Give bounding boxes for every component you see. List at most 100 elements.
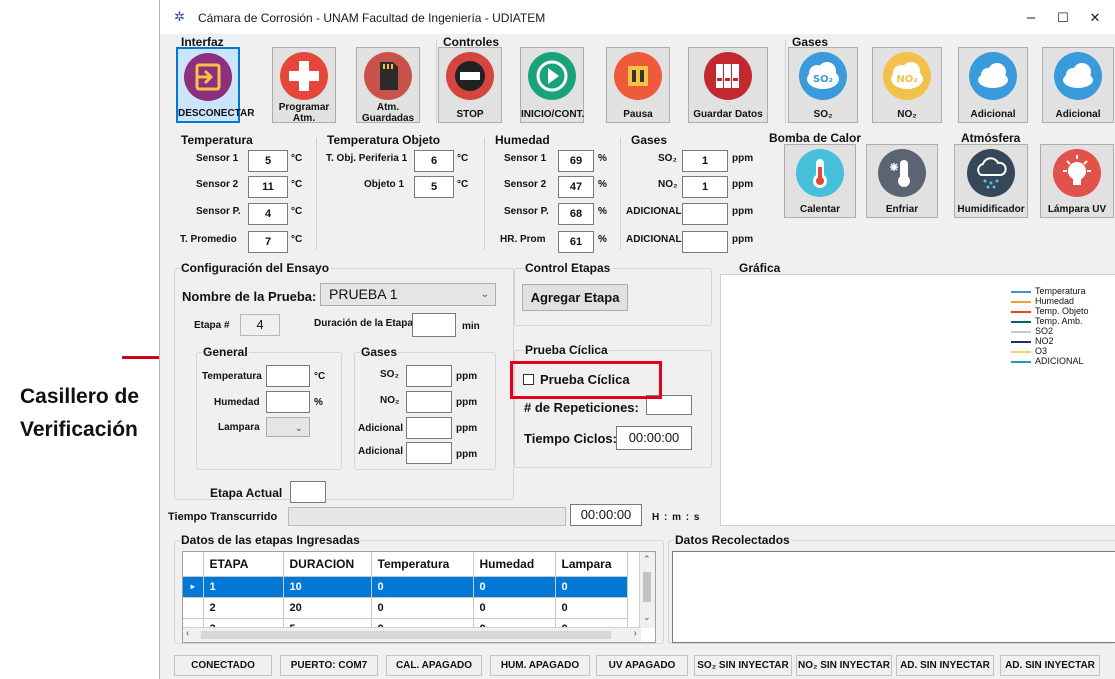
table-cell[interactable]: 0 — [555, 576, 628, 598]
separator — [436, 40, 437, 124]
column-header[interactable]: Temperatura — [371, 552, 474, 577]
maximize-button[interactable]: ☐ — [1048, 8, 1078, 28]
temp-sensor1-field[interactable]: 5 — [248, 150, 288, 172]
table-cell[interactable]: 0 — [473, 597, 556, 619]
legend-label: NO2 — [1035, 336, 1054, 346]
gas-no2-field[interactable]: 1 — [682, 176, 728, 198]
group-prueba-ciclica: Prueba Cíclica — [524, 343, 609, 357]
no2-button[interactable]: NO₂ NO₂ — [872, 47, 942, 123]
cfg-no2-field[interactable] — [406, 391, 452, 413]
humidificador-button[interactable]: Humidificador — [954, 144, 1028, 218]
gas-adicional2-field[interactable] — [682, 231, 728, 253]
objeto-field[interactable]: 5 — [414, 176, 454, 198]
temp-promedio-field[interactable]: 7 — [248, 231, 288, 253]
hum-sensor1-field[interactable]: 69 — [558, 150, 594, 172]
column-header[interactable]: DURACION — [283, 552, 372, 577]
programar-label-1: Programar — [278, 102, 330, 113]
hum-prom-field[interactable]: 61 — [558, 231, 594, 253]
table-row[interactable]: ▸ 1 10 0 0 0 — [183, 576, 628, 598]
scrollbar-thumb[interactable] — [201, 631, 611, 639]
table-cell[interactable]: 10 — [283, 576, 372, 598]
so2-button[interactable]: SO₂ SO₂ — [788, 47, 858, 123]
programar-atm-button[interactable]: Programar Atm. — [272, 47, 336, 124]
table-vertical-scrollbar[interactable]: ⌃ ⌄ — [639, 552, 655, 628]
nombre-prueba-select[interactable]: PRUEBA 1 ⌄ — [320, 283, 496, 306]
legend-swatch — [1011, 340, 1031, 343]
cfg-adicional1-field[interactable] — [406, 417, 452, 439]
desconectar-button[interactable]: DESCONECTAR — [176, 47, 255, 123]
hms-unit: H : m : s — [652, 512, 701, 523]
hum-sensor2-field[interactable]: 47 — [558, 176, 594, 198]
hum-sensorp-field[interactable]: 68 — [558, 203, 594, 225]
thermometer-cold-icon — [878, 149, 926, 197]
temp-sensorp-field[interactable]: 4 — [248, 203, 288, 225]
gas-adicional1-field[interactable] — [682, 203, 728, 225]
duracion-field[interactable] — [412, 313, 456, 337]
minimize-button[interactable]: – — [1016, 8, 1046, 28]
table-cell[interactable]: 0 — [371, 576, 474, 598]
table-cell[interactable]: 1 — [203, 576, 284, 598]
column-header[interactable]: Lampara — [555, 552, 628, 577]
general-hum-unit: % — [314, 397, 323, 408]
window-title: Cámara de Corrosión - UNAM Facultad de I… — [198, 11, 546, 25]
column-header[interactable]: ETAPA — [203, 552, 284, 577]
adicional-1-label: Adicional — [970, 109, 1016, 120]
cfg-adicional2-field[interactable] — [406, 442, 452, 464]
scroll-right-icon[interactable]: › — [634, 628, 637, 639]
obj-periferia-field[interactable]: 6 — [414, 150, 454, 172]
temp-sensor2-field[interactable]: 11 — [248, 176, 288, 198]
legend-label: ADICIONAL — [1035, 356, 1084, 366]
lampara-uv-button[interactable]: Lámpara UV — [1040, 144, 1114, 218]
table-row[interactable]: 2 20 0 0 0 — [183, 597, 628, 619]
table-cell[interactable]: 0 — [371, 597, 474, 619]
guardar-datos-button[interactable]: Guardar Datos — [688, 47, 768, 123]
scroll-left-icon[interactable]: ‹ — [186, 628, 189, 639]
binders-icon — [704, 52, 752, 100]
etapas-table[interactable]: ETAPA DURACION Temperatura Humedad Lampara ▸ 1… — [182, 551, 656, 643]
ppm-unit: ppm — [732, 234, 754, 245]
pausa-button[interactable]: Pausa — [606, 47, 670, 123]
general-hum-field[interactable] — [266, 391, 310, 413]
row-header-cell[interactable] — [183, 597, 204, 619]
app-window: ✲ Cámara de Corrosión - UNAM Facultad de… — [159, 0, 1115, 679]
atm-guardadas-button[interactable]: Atm. Guardadas — [356, 47, 420, 124]
agregar-etapa-button[interactable]: Agregar Etapa — [522, 284, 628, 311]
scroll-down-icon[interactable]: ⌄ — [643, 612, 651, 623]
inicio-button[interactable]: INICIO/CONT. — [520, 47, 584, 123]
cloud-icon — [969, 52, 1017, 100]
general-temp-field[interactable] — [266, 365, 310, 387]
calentar-button[interactable]: Calentar — [784, 144, 856, 218]
adicional-2-button[interactable]: Adicional — [1042, 47, 1114, 123]
no2-cloud-icon: NO₂ — [883, 52, 931, 100]
hum-sensor2-label: Sensor 2 — [504, 179, 547, 190]
chevron-down-icon: ⌄ — [480, 289, 489, 300]
adicional-1-button[interactable]: Adicional — [958, 47, 1028, 123]
calentar-label: Calentar — [799, 204, 840, 215]
app-gear-icon: ✲ — [174, 9, 185, 24]
ppm-unit: ppm — [732, 179, 754, 190]
lampara-select[interactable]: ⌄ — [266, 417, 310, 437]
column-header[interactable]: Humedad — [473, 552, 556, 577]
table-cell[interactable]: 2 — [203, 597, 284, 619]
ppm-unit: ppm — [456, 397, 478, 408]
stop-button[interactable]: STOP — [438, 47, 502, 123]
tiempo-ciclos-field[interactable]: 00:00:00 — [616, 426, 692, 450]
desconectar-label: DESCONECTAR — [178, 108, 255, 119]
close-button[interactable]: ✕ — [1080, 8, 1110, 28]
datos-recolectados-list[interactable] — [672, 551, 1115, 643]
table-horizontal-scrollbar[interactable]: ‹ › — [183, 627, 641, 642]
general-temp-label: Temperatura — [202, 371, 262, 382]
repeticiones-label: # de Repeticiones: — [524, 400, 639, 415]
gas-so2-field[interactable]: 1 — [682, 150, 728, 172]
cfg-so2-field[interactable] — [406, 365, 452, 387]
scroll-up-icon[interactable]: ⌃ — [643, 554, 651, 565]
enfriar-button[interactable]: Enfriar — [866, 144, 938, 218]
table-cell[interactable]: 20 — [283, 597, 372, 619]
group-general: General — [202, 345, 249, 359]
row-header-cell[interactable]: ▸ — [183, 576, 204, 598]
table-cell[interactable]: 0 — [473, 576, 556, 598]
legend-label: Temp. Objeto — [1035, 306, 1089, 316]
scrollbar-thumb[interactable] — [643, 572, 651, 602]
legend-swatch — [1011, 300, 1031, 303]
table-cell[interactable]: 0 — [555, 597, 628, 619]
